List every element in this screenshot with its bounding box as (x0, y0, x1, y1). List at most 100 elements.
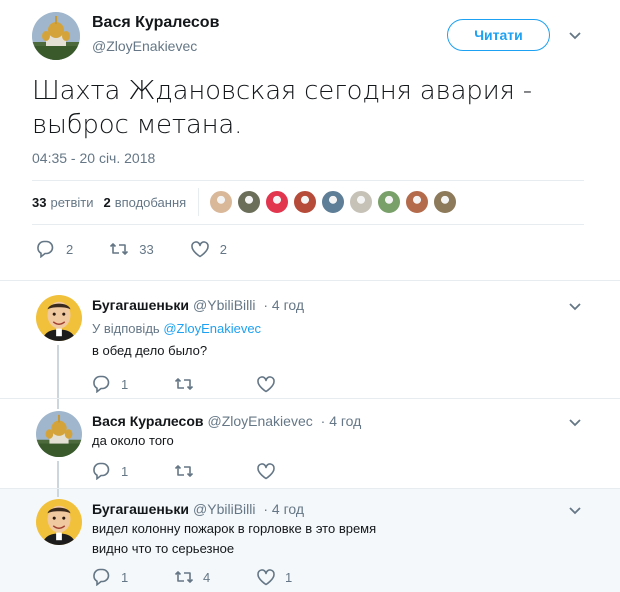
reply-text-line: видно что то серьезное (92, 541, 235, 556)
reply-tweet-highlighted[interactable]: Бугагашеньки @YbiliBilli · 4 год видел ко… (0, 489, 620, 592)
reply-author-name: Бугагашеньки (92, 297, 190, 313)
reply-author[interactable]: Вася Куралесов @ZloyEnakievec · 4 год (92, 413, 361, 429)
liker-avatar[interactable] (265, 190, 290, 214)
tweet-stats: 33 ретвіти 2 вподобання (32, 188, 461, 216)
reply-tweet[interactable]: Вася Куралесов @ZloyEnakievec · 4 год да … (0, 399, 620, 488)
reply-author-handle: @ZloyEnakievec (207, 413, 313, 429)
reply-text: видел колонну пожарок в горловке в это в… (92, 519, 562, 559)
main-tweet: Вася Куралесов @ZloyEnakievec Читати Шах… (0, 0, 620, 280)
chevron-down-icon[interactable] (568, 31, 582, 41)
tweet-actions: 2 33 2 (36, 240, 263, 258)
reply-author[interactable]: Бугагашеньки @YbiliBilli · 4 год (92, 501, 304, 517)
replying-to-link[interactable]: @ZloyEnakievec (163, 321, 261, 336)
reply-icon (93, 568, 110, 586)
reply-text-line: да около того (92, 433, 174, 448)
thread-line (57, 461, 59, 488)
reply-time[interactable]: · 4 год (321, 413, 362, 429)
reply-author-handle: @YbiliBilli (193, 501, 256, 517)
reply-text-line: в обед дело было? (92, 343, 208, 358)
like-action[interactable]: 1 (256, 568, 338, 586)
reply-author-handle: @YbiliBilli (193, 297, 256, 313)
divider (32, 180, 584, 181)
retweet-action[interactable] (174, 462, 256, 480)
like-icon (257, 569, 275, 586)
likes-stat[interactable]: 2 вподобання (103, 195, 186, 210)
retweet-icon (109, 243, 129, 255)
retweet-action[interactable]: 33 (109, 240, 154, 258)
retweet-action[interactable] (174, 375, 256, 393)
author-name[interactable]: Вася Куралесов (92, 14, 219, 32)
avatar[interactable] (36, 499, 82, 545)
retweet-icon (174, 465, 194, 477)
like-action[interactable] (256, 375, 338, 393)
replying-prefix: У відповідь (92, 321, 160, 336)
retweet-icon (174, 378, 194, 390)
retweet-count: 33 (139, 241, 154, 257)
liker-avatar[interactable] (349, 190, 374, 214)
reply-text: в обед дело было? (92, 341, 562, 361)
liker-avatar[interactable] (293, 190, 318, 214)
liker-avatars (209, 190, 461, 214)
reply-action[interactable]: 1 (92, 375, 174, 393)
likes-label: вподобання (114, 194, 187, 210)
like-action[interactable] (256, 462, 338, 480)
reply-author-name: Вася Куралесов (92, 413, 204, 429)
tweet-text-line: Шахта Ждановская сегодня авария - (32, 76, 532, 106)
liker-avatar[interactable] (433, 190, 458, 214)
retweets-label: ретвіти (50, 194, 94, 210)
reply-text-line: видел колонну пожарок в горловке в это в… (92, 521, 377, 536)
tweet-text: Шахта Ждановская сегодня авария - выброс… (32, 74, 592, 142)
retweets-count: 33 (32, 194, 47, 210)
like-count: 2 (219, 241, 227, 257)
reply-time[interactable]: · 4 год (263, 297, 304, 313)
reply-author[interactable]: Бугагашеньки @YbiliBilli · 4 год (92, 297, 304, 313)
chevron-down-icon[interactable] (568, 506, 582, 516)
like-icon (257, 376, 275, 393)
thread-line (57, 399, 59, 409)
tweet-text-line: выброс метана. (32, 110, 243, 140)
reply-count: 1 (121, 569, 129, 585)
reply-text: да около того (92, 431, 562, 451)
liker-avatar[interactable] (237, 190, 262, 214)
thread-line (57, 345, 59, 398)
divider (32, 224, 584, 225)
author-handle[interactable]: @ZloyEnakievec (92, 38, 197, 54)
avatar[interactable] (36, 411, 82, 457)
follow-button[interactable]: Читати (447, 19, 550, 51)
reply-actions: 1 4 1 (92, 568, 338, 586)
reply-icon (37, 240, 54, 258)
likes-count: 2 (103, 194, 111, 210)
thread-line (57, 489, 59, 497)
reply-time[interactable]: · 4 год (263, 501, 304, 517)
retweet-count: 4 (203, 569, 211, 585)
liker-avatar[interactable] (405, 190, 430, 214)
retweet-action[interactable]: 4 (174, 568, 256, 586)
liker-avatar[interactable] (377, 190, 402, 214)
reply-count: 1 (121, 463, 129, 479)
avatar[interactable] (36, 295, 82, 341)
reply-actions: 1 (92, 462, 338, 480)
reply-count: 1 (121, 376, 129, 392)
reply-action[interactable]: 2 (36, 240, 73, 258)
reply-icon (93, 375, 110, 393)
retweet-icon (174, 571, 194, 583)
reply-author-name: Бугагашеньки (92, 501, 190, 517)
reply-action[interactable]: 1 (92, 568, 174, 586)
reply-count: 2 (66, 241, 74, 257)
like-action[interactable]: 2 (190, 240, 227, 258)
author-avatar[interactable] (32, 12, 80, 60)
liker-avatar[interactable] (321, 190, 346, 214)
tweet-timestamp[interactable]: 04:35 - 20 січ. 2018 (32, 150, 155, 166)
retweets-stat[interactable]: 33 ретвіти (32, 195, 93, 210)
reply-tweet[interactable]: Бугагашеньки @YbiliBilli · 4 год У відпов… (0, 281, 620, 398)
like-icon (257, 463, 275, 480)
reply-actions: 1 (92, 375, 338, 393)
chevron-down-icon[interactable] (568, 302, 582, 312)
chevron-down-icon[interactable] (568, 418, 582, 428)
stats-separator (198, 188, 200, 216)
like-icon (190, 241, 209, 258)
replying-to: У відповідь @ZloyEnakievec (92, 321, 261, 336)
reply-action[interactable]: 1 (92, 462, 174, 480)
like-count: 1 (285, 569, 293, 585)
liker-avatar[interactable] (209, 190, 234, 214)
